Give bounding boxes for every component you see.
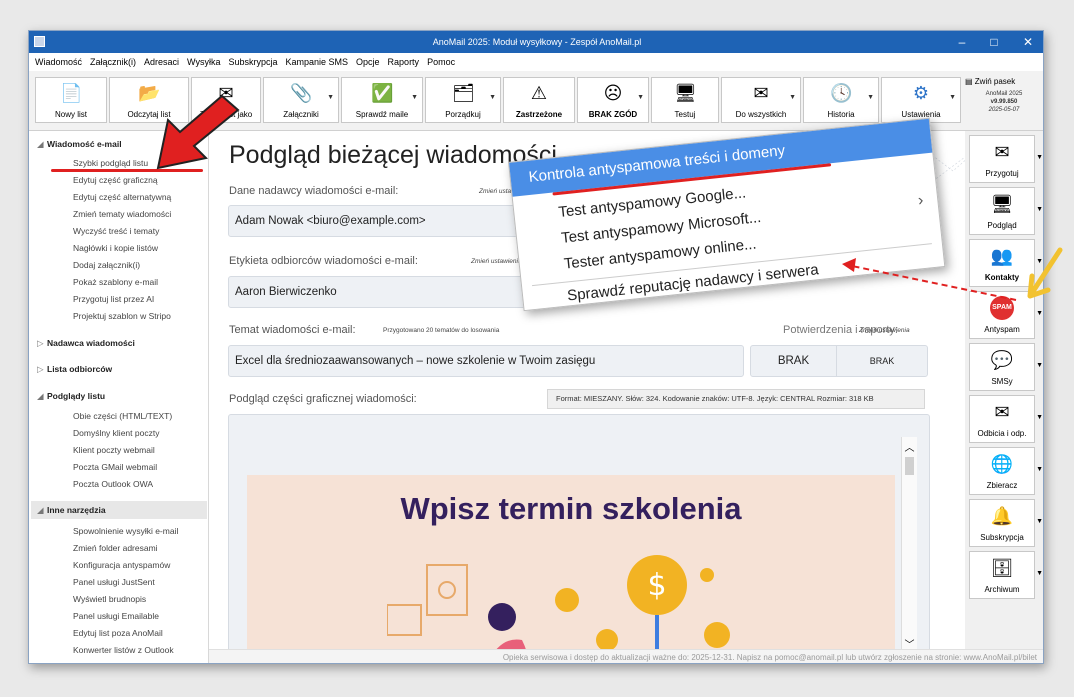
red-arrow-icon — [156, 94, 240, 170]
yellow-arrow-icon — [1027, 247, 1063, 299]
annotation-overlay — [156, 94, 1063, 301]
dashed-arrow-icon — [842, 258, 1017, 301]
